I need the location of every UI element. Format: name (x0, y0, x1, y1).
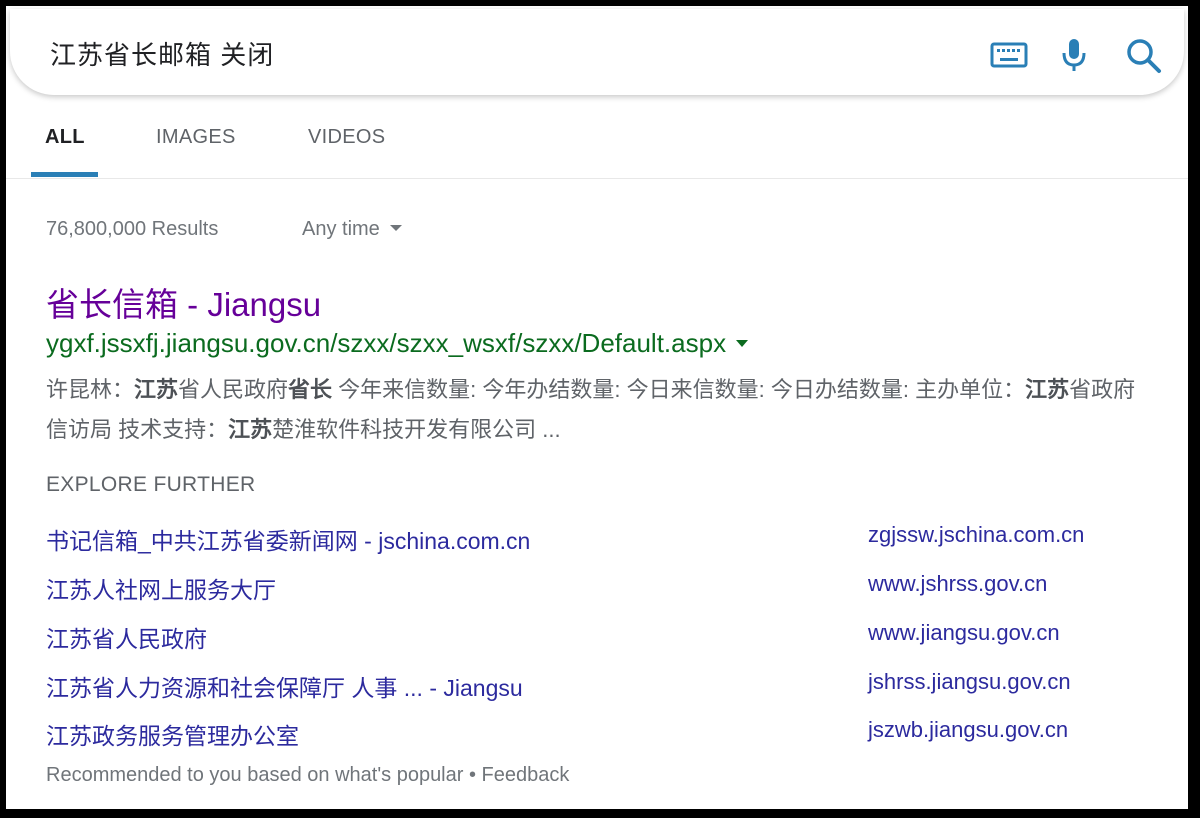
explore-item: 江苏人社网上服务大厅 www.jshrss.gov.cn (46, 571, 1146, 611)
time-filter-dropdown[interactable]: Any time (302, 218, 402, 241)
explore-item-title-link[interactable]: 江苏人社网上服务大厅 (46, 571, 276, 605)
search-input[interactable]: 江苏省长邮箱 关闭 (50, 35, 274, 72)
explore-item-domain-link[interactable]: jshrss.jiangsu.gov.cn (868, 669, 1071, 695)
explore-item-domain-link[interactable]: www.jiangsu.gov.cn (868, 620, 1060, 646)
recommendation-note[interactable]: Recommended to you based on what's popul… (46, 764, 569, 787)
keyboard-icon[interactable] (990, 33, 1030, 77)
page-frame: 江苏省长邮箱 关闭 ALL IMAGES VIDEOS 76,800,000 R… (6, 6, 1188, 809)
time-filter-label: Any time (302, 218, 380, 240)
explore-item: 江苏省人民政府 www.jiangsu.gov.cn (46, 620, 1146, 660)
snippet-highlight: 江苏 (1025, 377, 1070, 402)
snippet-highlight: 江苏 (134, 377, 179, 402)
explore-item-title-link[interactable]: 江苏政务服务管理办公室 (46, 717, 299, 751)
tab-images[interactable]: IMAGES (156, 126, 236, 149)
caret-down-icon (389, 224, 402, 231)
microphone-icon[interactable] (1060, 33, 1088, 77)
result-url[interactable]: ygxf.jssxfj.jiangsu.gov.cn/szxx/szxx_wsx… (46, 328, 749, 359)
explore-item-title-link[interactable]: 江苏省人力资源和社会保障厅 人事 ... - Jiangsu (46, 669, 523, 703)
result-url-text: ygxf.jssxfj.jiangsu.gov.cn/szxx/szxx_wsx… (46, 328, 727, 358)
explore-item-title-link[interactable]: 江苏省人民政府 (46, 620, 207, 654)
snippet-highlight: 江苏 (228, 417, 273, 442)
explore-item-domain-link[interactable]: jszwb.jiangsu.gov.cn (868, 717, 1068, 743)
snippet-highlight: 省长 (288, 377, 333, 402)
search-icon[interactable] (1124, 33, 1164, 77)
search-tabs: ALL IMAGES VIDEOS (6, 102, 1188, 179)
caret-down-icon[interactable] (736, 339, 749, 347)
search-bar[interactable]: 江苏省长邮箱 关闭 (10, 9, 1184, 95)
explore-further-header: EXPLORE FURTHER (46, 473, 256, 496)
explore-item-domain-link[interactable]: zgjssw.jschina.com.cn (868, 522, 1084, 548)
explore-item-title-link[interactable]: 书记信箱_中共江苏省委新闻网 - jschina.com.cn (46, 522, 530, 556)
explore-item: 书记信箱_中共江苏省委新闻网 - jschina.com.cn zgjssw.j… (46, 522, 1146, 562)
snippet-part: 今年来信数量: 今年办结数量: 今日来信数量: 今日办结数量: 主办单位： (332, 377, 1026, 402)
explore-item: 江苏省人力资源和社会保障厅 人事 ... - Jiangsu jshrss.ji… (46, 669, 1146, 709)
result-title-link[interactable]: 省长信箱 - Jiangsu (46, 278, 321, 326)
results-count: 76,800,000 Results (46, 218, 219, 240)
tab-all[interactable]: ALL (45, 126, 85, 149)
snippet-part: 楚淮软件科技开发有限公司 ... (272, 417, 561, 442)
tab-videos[interactable]: VIDEOS (308, 126, 385, 149)
result-snippet: 许昆林：江苏省人民政府省长 今年来信数量: 今年办结数量: 今日来信数量: 今日… (46, 370, 1136, 450)
snippet-part: 省人民政府 (178, 377, 289, 402)
explore-item-domain-link[interactable]: www.jshrss.gov.cn (868, 571, 1047, 597)
explore-item: 江苏政务服务管理办公室 jszwb.jiangsu.gov.cn (46, 717, 1146, 757)
snippet-part: 许昆林： (46, 377, 135, 402)
active-tab-indicator (31, 172, 98, 177)
